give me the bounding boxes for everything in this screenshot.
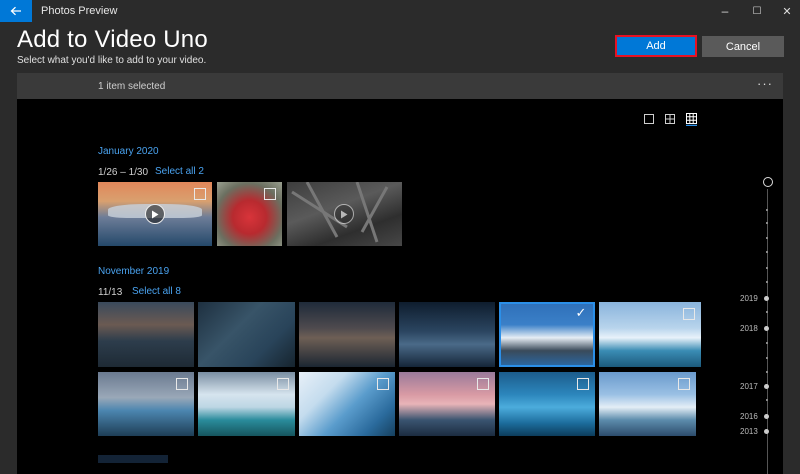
photo-snowy-mountain[interactable]: ✓ — [499, 302, 595, 367]
timeline-tick — [766, 399, 768, 401]
timeline-tick — [766, 209, 768, 211]
timeline-tick — [766, 311, 768, 313]
photo-gallery: January 2020 1/26 – 1/30 Select all 2 No… — [17, 99, 783, 474]
back-button[interactable] — [0, 0, 32, 22]
timeline-year-2016[interactable]: 2016 — [740, 412, 758, 421]
maximize-button[interactable]: ☐ — [742, 0, 772, 22]
photo-lake-reflection-video[interactable] — [98, 182, 212, 246]
month-heading-november-2019: November 2019 — [98, 266, 170, 277]
timeline-tick — [766, 251, 768, 253]
select-all-link-november[interactable]: Select all 8 — [132, 286, 181, 297]
checkbox-icon[interactable] — [577, 378, 589, 390]
checkbox-icon[interactable] — [194, 188, 206, 200]
minimize-button[interactable]: – — [710, 0, 740, 22]
photo-ice-wave[interactable] — [499, 372, 595, 436]
timeline-year-marker — [764, 326, 769, 331]
select-all-link-january[interactable]: Select all 2 — [155, 166, 204, 177]
next-month-heading — [98, 455, 168, 463]
timeline-year-marker — [764, 414, 769, 419]
timeline-year-marker — [764, 384, 769, 389]
timeline-year-2017[interactable]: 2017 — [740, 382, 758, 391]
maximize-icon: ☐ — [752, 5, 762, 17]
selection-bar: 1 item selected ··· — [17, 73, 783, 99]
selection-status: 1 item selected — [98, 81, 166, 92]
timeline-scrubber-handle[interactable] — [763, 177, 773, 187]
photo-iceberg-wide[interactable] — [599, 372, 696, 436]
play-icon[interactable] — [145, 204, 165, 224]
checkbox-icon[interactable] — [264, 188, 276, 200]
timeline-tick — [766, 237, 768, 239]
photo-iceberg-turquoise[interactable] — [198, 372, 295, 436]
timeline-tick — [766, 281, 768, 283]
checkbox-icon[interactable] — [277, 378, 289, 390]
checkbox-icon[interactable] — [176, 378, 188, 390]
close-icon: ✕ — [782, 5, 792, 18]
photo-lake-dusk[interactable] — [98, 302, 194, 367]
title-bar: Photos Preview – ☐ ✕ — [0, 0, 800, 22]
four-grid-view-icon[interactable] — [664, 113, 676, 125]
photo-sea-dusk[interactable] — [299, 302, 395, 367]
nine-grid-view-icon[interactable] — [685, 112, 697, 126]
month-heading-january-2020: January 2020 — [98, 146, 159, 157]
checkbox-icon[interactable] — [683, 308, 695, 320]
timeline-year-2013[interactable]: 2013 — [740, 427, 758, 436]
checkbox-icon[interactable] — [678, 378, 690, 390]
timeline-year-2019[interactable]: 2019 — [740, 294, 758, 303]
minimize-icon: – — [721, 4, 729, 18]
photo-branches-video[interactable] — [287, 182, 402, 246]
play-icon[interactable] — [334, 204, 354, 224]
photo-glacier-blue[interactable] — [198, 302, 295, 367]
date-range-label: 1/26 – 1/30 — [98, 167, 149, 178]
timeline-year-2018[interactable]: 2018 — [740, 324, 758, 333]
timeline-tick — [766, 267, 768, 269]
checkmark-icon[interactable]: ✓ — [574, 305, 588, 320]
timeline-tick — [766, 222, 768, 224]
photo-ice-cliff[interactable] — [299, 372, 395, 436]
photo-iceberg-sky[interactable] — [599, 302, 701, 367]
timeline-tick — [766, 371, 768, 373]
checkbox-icon[interactable] — [477, 378, 489, 390]
back-arrow-icon — [10, 6, 21, 16]
page-subtitle: Select what you'd like to add to your vi… — [17, 55, 207, 66]
photo-pink-peaks[interactable] — [399, 372, 495, 436]
timeline-tick — [766, 357, 768, 359]
close-button[interactable]: ✕ — [772, 0, 800, 22]
timeline-year-marker — [764, 296, 769, 301]
photo-apple[interactable] — [217, 182, 282, 246]
timeline-tick — [766, 342, 768, 344]
cancel-button[interactable]: Cancel — [702, 36, 784, 57]
photo-iceberg-sea[interactable] — [98, 372, 194, 436]
single-view-icon[interactable] — [643, 113, 655, 125]
add-button[interactable]: Add — [615, 35, 697, 57]
app-title: Photos Preview — [41, 5, 118, 17]
date-range-label: 11/13 — [98, 287, 123, 298]
page-title: Add to Video Uno — [17, 26, 208, 53]
photo-night-mountain[interactable] — [399, 302, 495, 367]
more-options-icon[interactable]: ··· — [757, 76, 773, 91]
checkbox-icon[interactable] — [377, 378, 389, 390]
timeline-year-marker — [764, 429, 769, 434]
